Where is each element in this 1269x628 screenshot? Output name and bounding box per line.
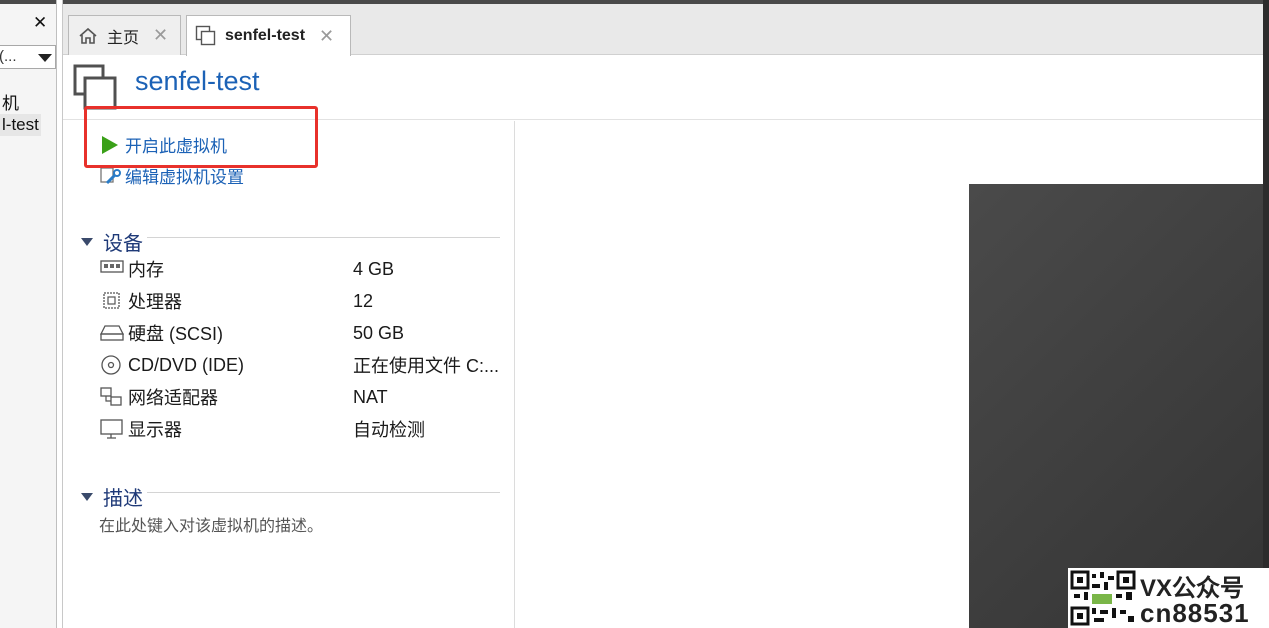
tab-strip: 主页 ✕ senfel-test ✕ [63, 4, 1269, 56]
library-tree-item-selected[interactable]: l-test [0, 114, 41, 136]
device-value: 自动检测 [353, 420, 425, 440]
description-heading: 描述 [103, 488, 143, 510]
description-placeholder[interactable]: 在此处键入对该虚拟机的描述。 [99, 512, 323, 536]
cd-dvd-icon [100, 354, 128, 376]
library-tree-item[interactable]: 机 [0, 88, 21, 115]
device-value: 正在使用文件 C:... [353, 356, 500, 376]
tab-home-label: 主页 [107, 29, 140, 47]
collapse-triangle-icon [81, 237, 93, 246]
settings-wrench-icon [99, 166, 125, 186]
chevron-down-icon[interactable] [38, 54, 52, 62]
memory-icon [100, 258, 128, 280]
collapse-triangle-icon [81, 492, 93, 501]
device-name: 显示器 [128, 420, 182, 440]
library-search-input[interactable]: (... [0, 45, 56, 69]
device-name: CD/DVD (IDE) [128, 354, 244, 375]
right-edge-border [1263, 0, 1269, 628]
library-panel: ✕ (... 机 l-test [0, 0, 57, 628]
vm-icon [195, 25, 216, 46]
device-value: 4 GB [353, 258, 395, 279]
tab-vm-label: senfel-test [225, 27, 306, 44]
cpu-icon [100, 290, 128, 312]
vm-title: senfel-test [135, 66, 260, 96]
devices-heading: 设备 [103, 233, 143, 255]
device-row-cpu[interactable]: 处理器 12 [100, 289, 500, 313]
tab-home[interactable]: 主页 ✕ [68, 15, 181, 55]
section-divider [147, 237, 500, 238]
section-divider [147, 492, 500, 493]
network-adapter-icon [100, 386, 128, 408]
device-row-network-adapter[interactable]: 网络适配器 NAT [100, 385, 500, 409]
qr-code-icon [1070, 570, 1136, 626]
vm-preview-thumbnail[interactable] [969, 184, 1263, 628]
library-close-icon[interactable]: ✕ [33, 14, 47, 32]
tab-vm[interactable]: senfel-test ✕ [186, 15, 351, 56]
device-row-cd-dvd[interactable]: CD/DVD (IDE) 正在使用文件 C:... [100, 353, 500, 377]
device-row-display[interactable]: 显示器 自动检测 [100, 417, 500, 441]
hard-disk-icon [99, 322, 128, 344]
description-section-toggle[interactable]: 描述 [81, 482, 143, 511]
vm-large-icon [73, 64, 117, 110]
tab-home-close-icon[interactable]: ✕ [153, 25, 168, 46]
main-area: 主页 ✕ senfel-test ✕ senfel-test 开启此虚拟机 编辑… [62, 0, 1269, 628]
library-search-placeholder: (... [0, 48, 17, 65]
device-name: 内存 [128, 260, 164, 280]
window-top-border [0, 0, 56, 4]
highlight-annotation-box [84, 106, 318, 168]
home-icon [79, 27, 97, 44]
device-row-memory[interactable]: 内存 4 GB [100, 257, 500, 281]
device-name: 处理器 [128, 292, 182, 312]
device-name: 网络适配器 [128, 388, 218, 408]
device-value: 50 GB [353, 322, 405, 343]
device-name: 硬盘 (SCSI) [128, 324, 224, 344]
watermark: VX公众号 cn88531 [1068, 568, 1269, 628]
watermark-line2: cn88531 [1140, 598, 1250, 628]
tab-vm-close-icon[interactable]: ✕ [319, 26, 334, 47]
device-row-hard-disk[interactable]: 硬盘 (SCSI) 50 GB [99, 321, 500, 345]
display-icon [100, 418, 128, 440]
devices-section-toggle[interactable]: 设备 [81, 227, 143, 256]
device-value: 12 [353, 290, 374, 311]
device-value: NAT [353, 386, 388, 407]
